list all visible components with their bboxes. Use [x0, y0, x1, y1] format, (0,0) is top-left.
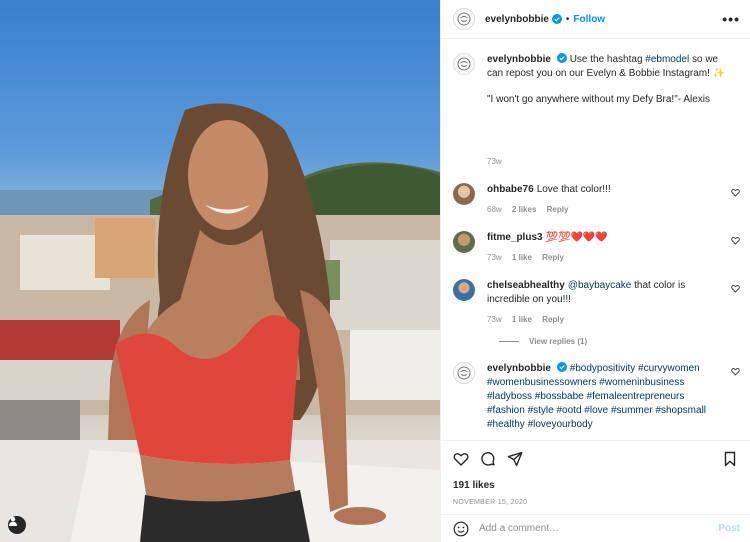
- caption-hashtag[interactable]: #ebmodel: [645, 54, 689, 65]
- like-comment-heart-icon[interactable]: [731, 188, 740, 197]
- comment-item: fitme_plus3 💯💯❤️❤️❤️ 73w 1 like Reply: [453, 231, 740, 265]
- comments-list[interactable]: evelynbobbie Use the hashtag #ebmodel so…: [441, 39, 750, 440]
- share-send-icon[interactable]: [507, 451, 523, 467]
- comment-item: ohbabe76 Love that color!!! 68w 2 likes R…: [453, 183, 740, 217]
- verified-badge-icon: [551, 14, 562, 24]
- reply-button[interactable]: Reply: [547, 205, 569, 214]
- comment-item: evelynbobbie #bodypositivity #curvywomen…: [453, 362, 740, 432]
- add-comment-bar: Add a comment… Post: [441, 514, 750, 542]
- comment-age: 73w: [487, 315, 502, 324]
- comment-mention[interactable]: @baybaycake: [568, 280, 632, 291]
- photo-illustration: [0, 103, 440, 542]
- post-comment-button[interactable]: Post: [718, 523, 740, 534]
- tagged-users-button[interactable]: [8, 516, 26, 534]
- comment-input[interactable]: Add a comment…: [479, 523, 718, 534]
- view-replies-label: View replies (1): [529, 337, 588, 346]
- commenter-avatar[interactable]: [453, 279, 475, 301]
- comment-item: chelseabhealthy @baybaycake that color is…: [453, 279, 740, 327]
- post-actions: 191 likes NOVEMBER 15, 2020: [441, 440, 750, 520]
- post-header: evelynbobbie • Follow •••: [441, 0, 750, 39]
- action-icons: [453, 451, 738, 467]
- separator-dot: •: [565, 13, 570, 25]
- caption-username[interactable]: evelynbobbie: [487, 54, 551, 65]
- commenter-avatar[interactable]: [453, 231, 475, 253]
- like-comment-heart-icon[interactable]: [731, 367, 740, 376]
- comment-likes[interactable]: 1 like: [512, 315, 532, 324]
- comment-username[interactable]: fitme_plus3: [487, 232, 543, 243]
- user-icon: [9, 517, 17, 526]
- comment-bubble-icon[interactable]: [480, 451, 496, 467]
- comment-text: 💯💯❤️❤️❤️: [545, 232, 608, 243]
- author-avatar[interactable]: [453, 8, 475, 30]
- reply-button[interactable]: Reply: [542, 253, 564, 262]
- caption-age: 73w: [487, 157, 502, 166]
- emoji-icon[interactable]: [453, 521, 469, 537]
- verified-badge-icon: [556, 53, 567, 63]
- commenter-avatar[interactable]: [453, 362, 475, 384]
- more-options-button[interactable]: •••: [722, 11, 740, 27]
- comment-username[interactable]: chelseabhealthy: [487, 280, 565, 291]
- brand-logo-icon: [457, 12, 471, 26]
- comment-text: Love that color!!!: [536, 184, 611, 195]
- comment-likes[interactable]: 1 like: [512, 253, 532, 262]
- comment-username[interactable]: evelynbobbie: [487, 363, 551, 374]
- brand-logo-icon: [457, 366, 471, 380]
- verified-badge-icon: [556, 362, 567, 372]
- brand-logo-icon: [457, 57, 471, 71]
- post-photo[interactable]: [0, 0, 440, 542]
- comment-age: 68w: [487, 205, 502, 214]
- reply-button[interactable]: Reply: [542, 315, 564, 324]
- post-side-panel: evelynbobbie • Follow ••• evelynbobbie U…: [440, 0, 750, 542]
- like-comment-heart-icon[interactable]: [731, 236, 740, 245]
- caption-quote: "I won't go anywhere without my Defy Bra…: [487, 94, 710, 105]
- like-comment-heart-icon[interactable]: [731, 284, 740, 293]
- save-bookmark-icon[interactable]: [722, 451, 738, 467]
- caption: evelynbobbie Use the hashtag #ebmodel so…: [453, 53, 740, 169]
- comment-age: 73w: [487, 253, 502, 262]
- view-replies-button[interactable]: View replies (1): [499, 337, 740, 346]
- follow-button[interactable]: Follow: [573, 14, 605, 25]
- like-heart-icon[interactable]: [453, 451, 469, 467]
- likes-count[interactable]: 191 likes: [453, 480, 738, 491]
- caption-avatar[interactable]: [453, 53, 475, 75]
- comment-username[interactable]: ohbabe76: [487, 184, 534, 195]
- caption-text-before: Use the hashtag: [569, 54, 646, 65]
- comment-likes[interactable]: 2 likes: [512, 205, 536, 214]
- commenter-avatar[interactable]: [453, 183, 475, 205]
- instagram-post: evelynbobbie • Follow ••• evelynbobbie U…: [0, 0, 750, 542]
- replies-line: [499, 341, 519, 342]
- author-username[interactable]: evelynbobbie: [485, 14, 549, 25]
- post-date[interactable]: NOVEMBER 15, 2020: [453, 499, 738, 506]
